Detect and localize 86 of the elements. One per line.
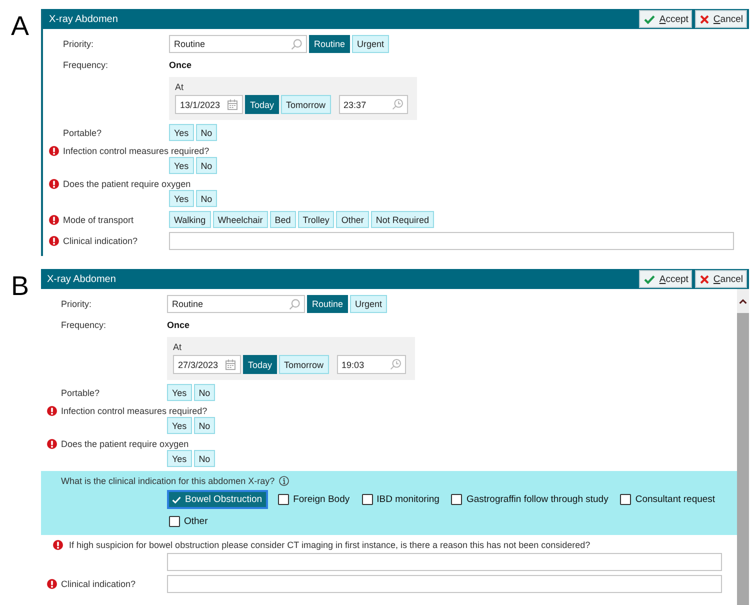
toggle-button[interactable]: Walking	[169, 211, 211, 228]
field-label: Does the patient require oxygen	[63, 178, 191, 190]
toggle-button[interactable]: Yes	[169, 157, 194, 174]
info-icon[interactable]	[278, 476, 289, 486]
checkbox-option[interactable]: Foreign Body	[276, 490, 352, 509]
checkbox[interactable]	[620, 494, 632, 505]
checkbox-option[interactable]: IBD monitoring	[360, 490, 442, 509]
calendar-icon[interactable]	[227, 99, 238, 110]
field-label: Frequency:	[61, 319, 106, 331]
toggle-button[interactable]: No	[196, 124, 218, 141]
toggle-button[interactable]: Yes	[167, 417, 192, 434]
close-icon	[700, 14, 710, 24]
field-label: Portable?	[61, 386, 100, 398]
input-field[interactable]	[169, 232, 734, 250]
field-label: Priority:	[63, 38, 94, 50]
input-field[interactable]	[167, 575, 722, 593]
field-label: Priority:	[61, 298, 92, 310]
question-label: What is the clinical indication for this abdomen X-ray?	[61, 475, 275, 487]
check-icon	[644, 274, 656, 284]
search-icon[interactable]	[291, 38, 302, 50]
toggle-button[interactable]: Urgent	[352, 35, 390, 53]
field-label: Clinical indication?	[61, 578, 136, 590]
checkbox-option[interactable]: Gastrograffin follow through study	[449, 490, 610, 509]
toggle-button[interactable]: Today	[243, 355, 278, 374]
cancel-button[interactable]: Cancel	[695, 10, 747, 28]
date-field[interactable]: 13/1/2023	[175, 95, 243, 114]
toggle-button[interactable]: Tomorrow	[279, 355, 329, 374]
field-label: Portable?	[63, 126, 102, 138]
toggle-button[interactable]: Yes	[169, 190, 194, 207]
field-value: Once	[169, 60, 192, 70]
toggle-button[interactable]: Other	[336, 211, 369, 228]
checkbox-option[interactable]: Bowel Obstruction	[167, 490, 268, 509]
toggle-button[interactable]: No	[194, 384, 216, 401]
field-label: Does the patient require oxygen	[61, 438, 189, 450]
checkbox[interactable]	[362, 494, 373, 505]
field-label: Infection control measures required?	[61, 405, 208, 417]
field-label: Frequency:	[63, 59, 108, 71]
accept-button[interactable]: Accept	[639, 10, 692, 28]
checkbox[interactable]	[169, 516, 180, 527]
field-value: Once	[167, 320, 190, 330]
window-title: X-ray Abdomen	[47, 274, 116, 284]
toggle-button[interactable]: Urgent	[350, 295, 388, 313]
checkbox-option[interactable]: Other	[167, 512, 210, 531]
field-label: Mode of transport	[63, 214, 134, 226]
chevron-up-icon[interactable]	[739, 298, 747, 304]
toggle-button[interactable]: Today	[245, 95, 280, 114]
time-field[interactable]: 23:37	[338, 95, 408, 114]
toggle-button[interactable]: Trolley	[298, 211, 334, 228]
field-label: At	[175, 82, 184, 93]
accept-button[interactable]: Accept	[639, 270, 692, 288]
toggle-button[interactable]: Routine	[309, 35, 350, 53]
toggle-button[interactable]: No	[194, 450, 216, 467]
time-field[interactable]: 19:03	[336, 355, 406, 374]
input-field[interactable]	[167, 553, 722, 571]
search-icon[interactable]	[289, 298, 300, 310]
panel-letter: A	[10, 10, 30, 40]
toggle-button[interactable]: Routine	[307, 295, 348, 313]
date-field[interactable]: 27/3/2023	[173, 355, 241, 374]
panel-letter: B	[10, 270, 30, 300]
cancel-button[interactable]: Cancel	[695, 270, 747, 288]
close-icon	[700, 274, 710, 284]
toggle-button[interactable]: Wheelchair	[212, 211, 268, 228]
lookup-field[interactable]: Routine	[169, 35, 307, 53]
field-label: At	[173, 342, 182, 353]
lookup-field[interactable]: Routine	[167, 295, 305, 313]
field-label: Infection control measures required?	[63, 145, 210, 157]
window-title: X-ray Abdomen	[49, 14, 118, 24]
checkbox-option[interactable]: Consultant request	[618, 490, 718, 509]
toggle-button[interactable]: Yes	[167, 450, 192, 467]
toggle-button[interactable]: Yes	[167, 384, 192, 401]
checkbox[interactable]	[278, 494, 290, 505]
calendar-icon[interactable]	[225, 359, 236, 370]
check-icon	[644, 14, 656, 24]
toggle-button[interactable]: Bed	[270, 211, 296, 228]
checkbox[interactable]	[451, 494, 462, 505]
toggle-button[interactable]: Yes	[169, 124, 194, 141]
toggle-button[interactable]: No	[196, 190, 218, 207]
toggle-button[interactable]: Tomorrow	[281, 95, 331, 114]
toggle-button[interactable]: No	[194, 417, 216, 434]
toggle-button[interactable]: No	[196, 157, 218, 174]
clock-icon[interactable]	[392, 99, 403, 110]
check-icon	[172, 496, 181, 504]
question-label: If high suspicion for bowel obstruction please consider CT imaging in first instance, is there a reason this has not been considered?	[69, 539, 590, 551]
clock-icon[interactable]	[390, 359, 401, 370]
field-label: Clinical indication?	[63, 235, 138, 247]
toggle-button[interactable]: Not Required	[370, 211, 434, 228]
